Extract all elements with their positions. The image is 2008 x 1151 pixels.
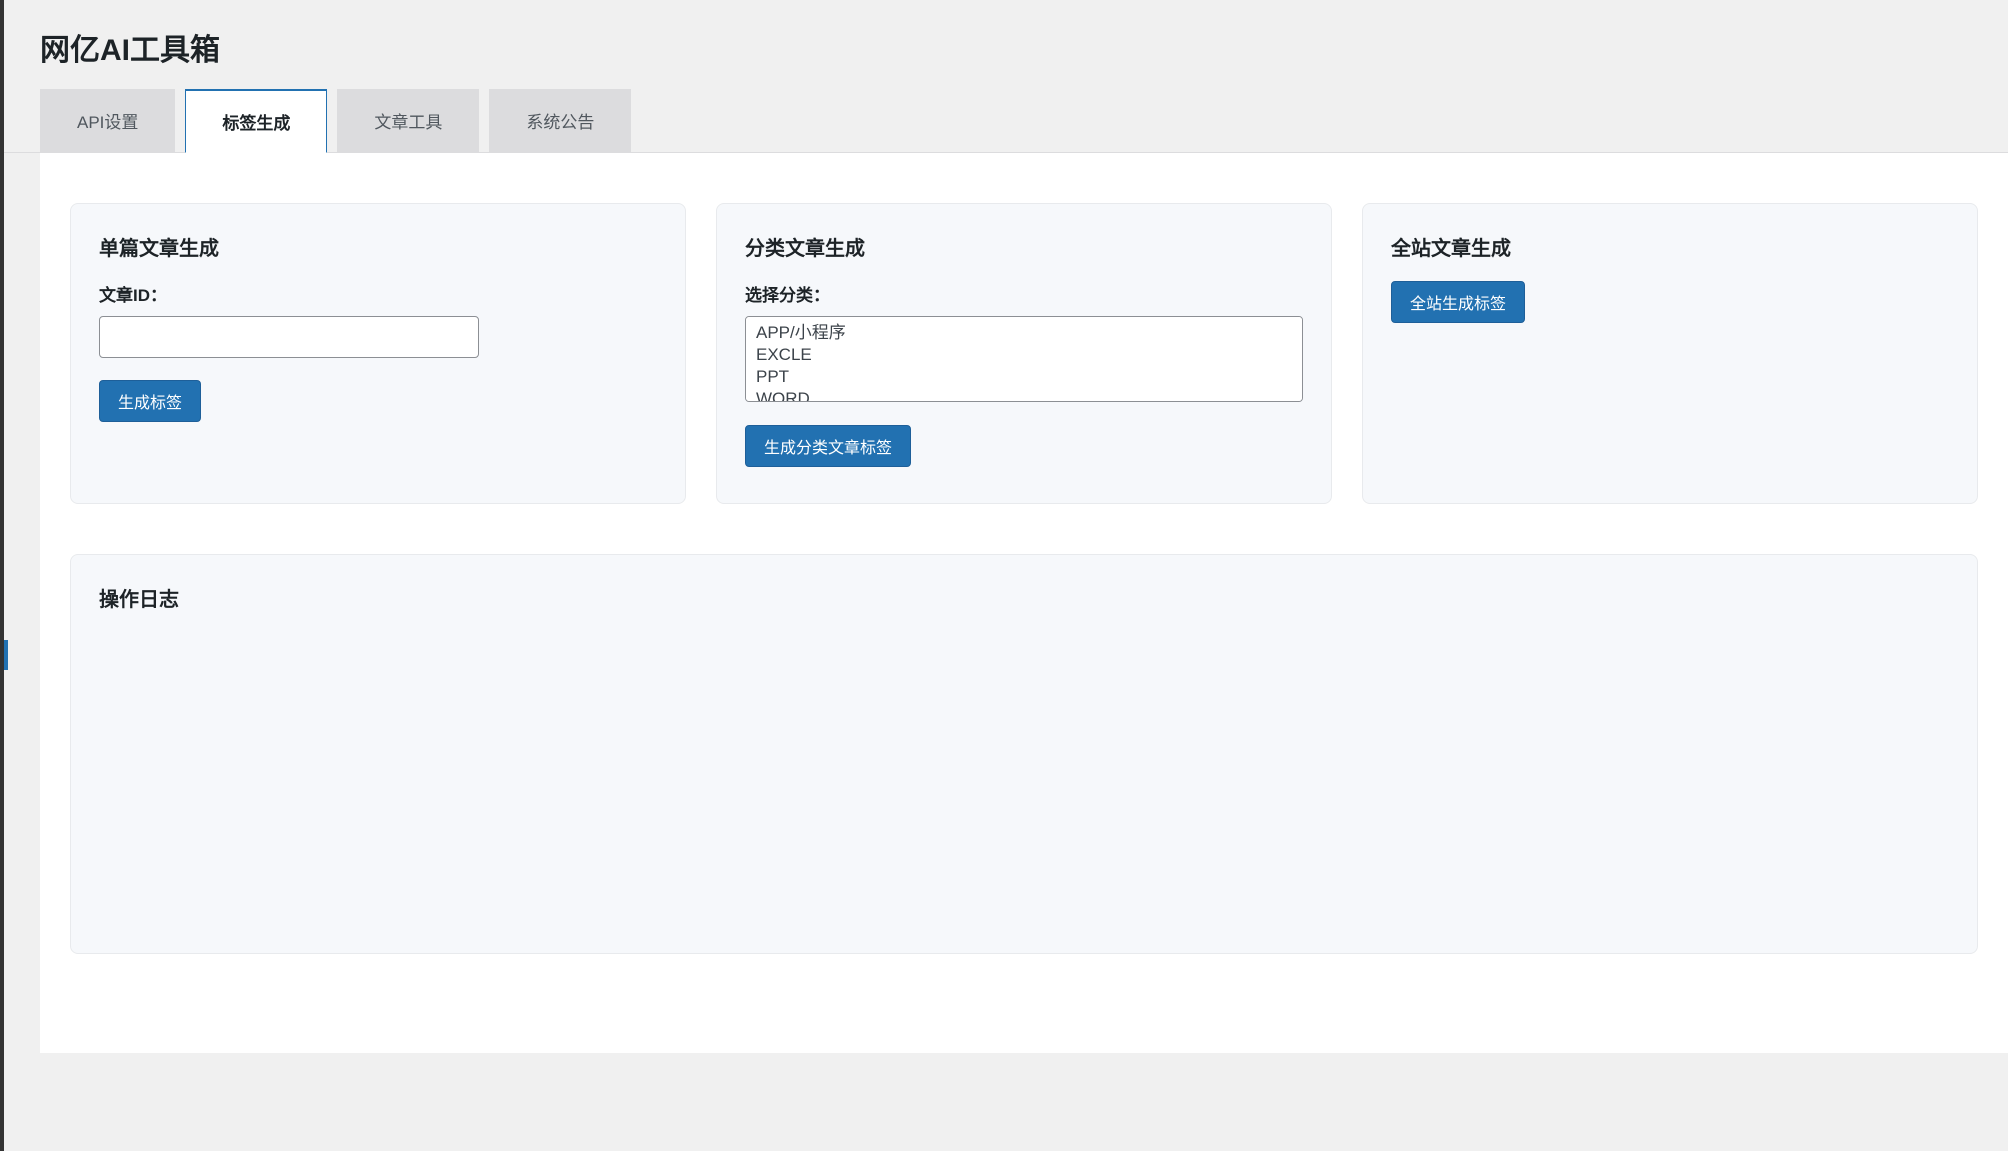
generate-site-tags-button[interactable]: 全站生成标签 bbox=[1391, 281, 1525, 323]
article-id-label: 文章ID： bbox=[99, 281, 657, 306]
article-id-input[interactable] bbox=[99, 316, 479, 358]
content-area: 单篇文章生成 文章ID： 生成标签 分类文章生成 选择分类： APP/小程序 E… bbox=[40, 153, 2008, 1053]
category-option[interactable]: APP/小程序 bbox=[746, 317, 1302, 344]
tab-api-settings[interactable]: API设置 bbox=[40, 89, 175, 152]
single-article-card: 单篇文章生成 文章ID： 生成标签 bbox=[70, 203, 686, 504]
category-option[interactable]: PPT bbox=[746, 366, 1302, 388]
tab-system-notice[interactable]: 系统公告 bbox=[489, 89, 631, 152]
tab-article-tools[interactable]: 文章工具 bbox=[337, 89, 479, 152]
tab-tag-generate[interactable]: 标签生成 bbox=[185, 89, 327, 153]
category-option[interactable]: WORD bbox=[746, 388, 1302, 402]
category-select[interactable]: APP/小程序 EXCLE PPT WORD bbox=[745, 316, 1303, 402]
category-option[interactable]: EXCLE bbox=[746, 344, 1302, 366]
select-category-label: 选择分类： bbox=[745, 281, 1303, 306]
category-article-card: 分类文章生成 选择分类： APP/小程序 EXCLE PPT WORD 生成分类… bbox=[716, 203, 1332, 504]
site-wide-title: 全站文章生成 bbox=[1391, 232, 1949, 261]
left-accent-indicator bbox=[4, 640, 8, 670]
generate-category-tags-button[interactable]: 生成分类文章标签 bbox=[745, 425, 911, 467]
log-title: 操作日志 bbox=[99, 583, 1949, 612]
log-panel: 操作日志 bbox=[70, 554, 1978, 954]
tabs-container: API设置 标签生成 文章工具 系统公告 bbox=[4, 89, 2008, 153]
site-wide-card: 全站文章生成 全站生成标签 bbox=[1362, 203, 1978, 504]
generate-tags-button[interactable]: 生成标签 bbox=[99, 380, 201, 422]
page-title: 网亿AI工具箱 bbox=[4, 0, 2008, 89]
category-article-title: 分类文章生成 bbox=[745, 232, 1303, 261]
single-article-title: 单篇文章生成 bbox=[99, 232, 657, 261]
